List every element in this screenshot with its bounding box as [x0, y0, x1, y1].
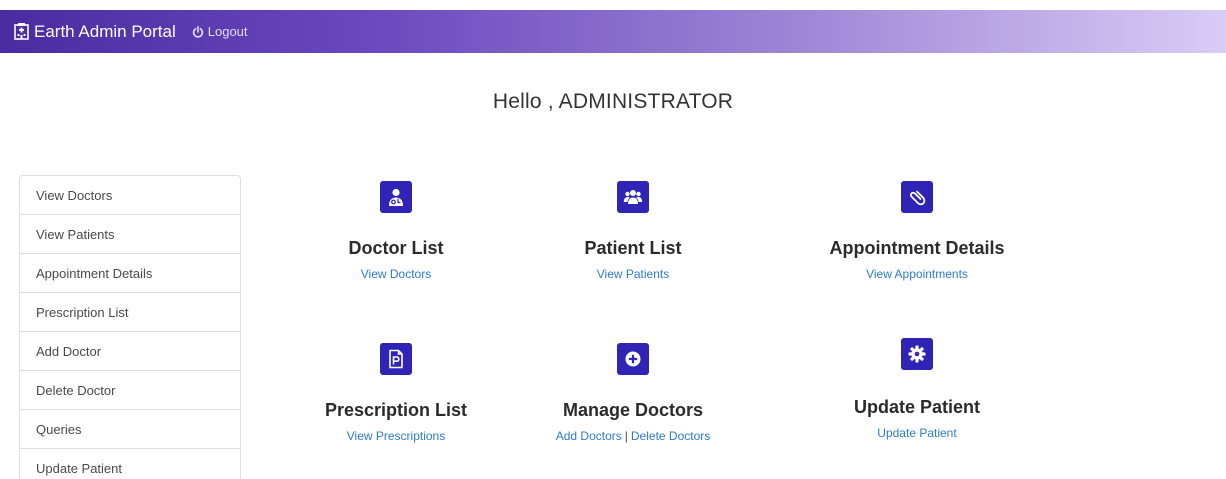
card-manage-doctors: Manage Doctors Add Doctors | Delete Doctor…: [503, 343, 763, 443]
manage-doctors-icon-box[interactable]: [617, 343, 649, 375]
logout-link[interactable]: Logout: [192, 24, 248, 39]
sidebar-item-delete-doctor[interactable]: Delete Doctor: [20, 371, 240, 410]
link-separator: |: [624, 429, 628, 443]
view-doctors-link[interactable]: View Doctors: [361, 267, 431, 281]
users-icon: [623, 190, 643, 204]
card-doctor-list: Doctor List View Doctors: [266, 181, 526, 281]
prescription-icon-box[interactable]: [380, 343, 412, 375]
doctor-list-icon-box[interactable]: [380, 181, 412, 213]
delete-doctors-link[interactable]: Delete Doctors: [631, 429, 710, 443]
update-patient-title: Update Patient: [853, 397, 981, 417]
sidebar-item-queries[interactable]: Queries: [20, 410, 240, 449]
appointment-icon-box[interactable]: [901, 181, 933, 213]
card-appointment-details: Appointment Details View Appointments: [787, 181, 1047, 281]
logout-label: Logout: [207, 24, 248, 39]
card-patient-list: Patient List View Patients: [503, 181, 763, 281]
doctor-list-title: Doctor List: [348, 238, 444, 258]
manage-doctors-title: Manage Doctors: [562, 400, 704, 420]
greeting-heading: Hello , ADMINISTRATOR: [492, 90, 734, 113]
brand[interactable]: Earth Admin Portal: [14, 22, 176, 42]
sidebar-item-view-patients[interactable]: View Patients: [20, 215, 240, 254]
gear-icon: [908, 345, 926, 363]
view-prescriptions-link[interactable]: View Prescriptions: [347, 429, 445, 443]
sidebar-item-view-doctors[interactable]: View Doctors: [20, 176, 240, 215]
page: Earth Admin Portal Logout Hello , ADMINI…: [0, 0, 1226, 479]
view-appointments-link[interactable]: View Appointments: [866, 267, 968, 281]
navbar: Earth Admin Portal Logout: [0, 10, 1226, 53]
sidebar-item-add-doctor[interactable]: Add Doctor: [20, 332, 240, 371]
appointment-details-title: Appointment Details: [829, 238, 1005, 258]
hospital-icon: [14, 23, 29, 40]
plus-circle-icon: [625, 351, 641, 367]
prescription-list-title: Prescription List: [324, 400, 468, 420]
paperclip-icon: [910, 190, 926, 206]
sidebar-item-appointment-details[interactable]: Appointment Details: [20, 254, 240, 293]
sidebar-item-prescription-list[interactable]: Prescription List: [20, 293, 240, 332]
user-doctor-icon: [389, 188, 403, 206]
card-prescription-list: Prescription List View Prescriptions: [266, 343, 526, 443]
prescription-file-icon: [389, 349, 403, 369]
card-update-patient: Update Patient Update Patient: [787, 338, 1047, 440]
sidebar: View Doctors View Patients Appointment D…: [19, 175, 241, 479]
patient-list-title: Patient List: [584, 238, 682, 258]
power-icon: [192, 25, 203, 38]
patient-list-icon-box[interactable]: [617, 181, 649, 213]
sidebar-item-update-patient[interactable]: Update Patient: [20, 449, 240, 479]
view-patients-link[interactable]: View Patients: [597, 267, 670, 281]
add-doctors-link[interactable]: Add Doctors: [556, 429, 622, 443]
brand-label: Earth Admin Portal: [34, 21, 176, 41]
update-patient-icon-box[interactable]: [901, 338, 933, 370]
update-patient-link[interactable]: Update Patient: [877, 426, 956, 440]
